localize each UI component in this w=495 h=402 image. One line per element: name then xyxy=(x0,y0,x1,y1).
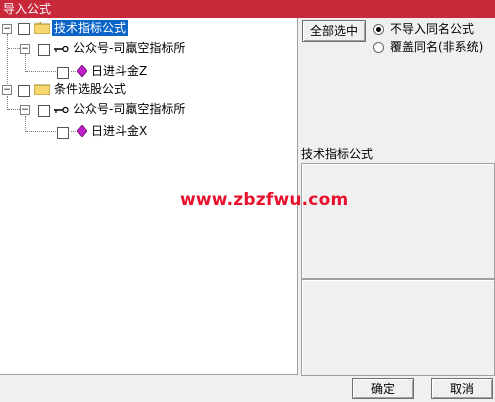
radio-button[interactable] xyxy=(373,24,384,35)
tree-label-formula[interactable]: 日进斗金Z xyxy=(91,63,147,79)
radio-button[interactable] xyxy=(373,42,384,53)
radio-overwrite-label: 覆盖同名(非系统) xyxy=(390,40,484,54)
ok-button[interactable]: 确定 xyxy=(352,378,414,399)
description-panel xyxy=(301,163,495,279)
tree-node-author[interactable]: − 公众号-司羸空指标所 xyxy=(0,40,297,58)
key-icon xyxy=(54,106,69,114)
title-bar[interactable]: 导入公式 xyxy=(0,0,495,18)
formula-gem-icon xyxy=(77,125,87,137)
collapse-icon[interactable]: − xyxy=(2,24,12,34)
radio-skip-label: 不导入同名公式 xyxy=(390,22,475,36)
cancel-button[interactable]: 取消 xyxy=(431,378,493,399)
tree-label-group[interactable]: 条件选股公式 xyxy=(54,81,126,97)
collapse-icon[interactable]: − xyxy=(20,105,30,115)
select-all-button[interactable]: 全部选中 xyxy=(302,20,366,42)
tree-label-author[interactable]: 公众号-司羸空指标所 xyxy=(73,40,185,56)
tree-label-formula[interactable]: 日进斗金X xyxy=(91,123,147,139)
tree-label-author[interactable]: 公众号-司羸空指标所 xyxy=(73,101,185,117)
checkbox[interactable] xyxy=(38,44,50,56)
window-title: 导入公式 xyxy=(3,2,52,16)
tree-node-formula[interactable]: 日进斗金X xyxy=(0,122,297,140)
tree-node-author[interactable]: − 公众号-司羸空指标所 xyxy=(0,101,297,119)
checkbox[interactable] xyxy=(18,23,30,35)
folder-icon xyxy=(34,84,50,95)
checkbox[interactable] xyxy=(18,85,30,97)
key-icon xyxy=(54,45,69,53)
tree-node-group[interactable]: − 条件选股公式 xyxy=(0,81,297,99)
folder-icon xyxy=(34,22,50,34)
radio-skip-duplicates[interactable]: 不导入同名公式 xyxy=(373,22,493,38)
checkbox[interactable] xyxy=(57,67,69,79)
collapse-icon[interactable]: − xyxy=(2,85,12,95)
checkbox[interactable] xyxy=(57,127,69,139)
collapse-icon[interactable]: − xyxy=(20,44,30,54)
info-panel xyxy=(301,279,495,376)
watermark-text: www.zbzfwu.com xyxy=(180,190,349,210)
tree-node-formula[interactable]: 日进斗金Z xyxy=(0,62,297,80)
description-title: 技术指标公式 xyxy=(301,147,374,161)
tree-node-group[interactable]: − 技术指标公式 xyxy=(0,20,297,38)
tree-label-group[interactable]: 技术指标公式 xyxy=(52,20,129,36)
formula-gem-icon xyxy=(77,65,87,77)
radio-overwrite-duplicates[interactable]: 覆盖同名(非系统) xyxy=(373,40,493,56)
checkbox[interactable] xyxy=(38,105,50,117)
